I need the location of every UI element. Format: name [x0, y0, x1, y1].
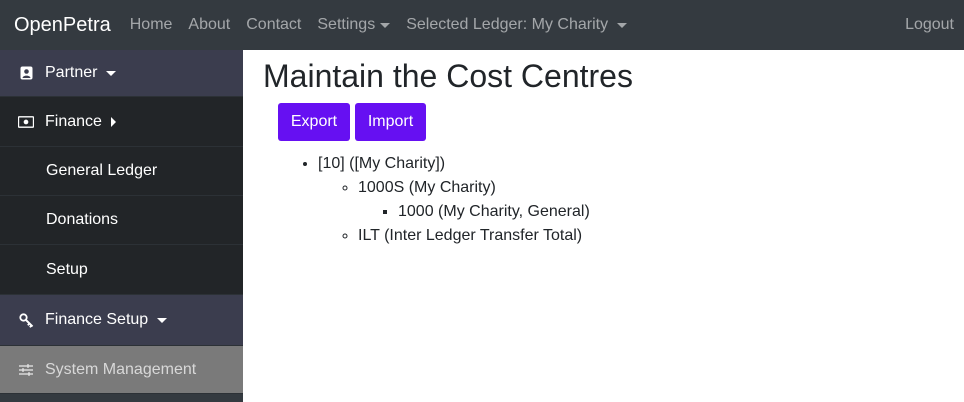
- sidebar-item-system-management[interactable]: System Management: [0, 346, 243, 394]
- address-card-icon: [18, 65, 34, 81]
- main-content: Maintain the Cost Centres Export Import …: [243, 50, 964, 402]
- sidebar-item-label: Finance Setup: [45, 311, 149, 328]
- money-bill-icon: [18, 114, 34, 130]
- top-navbar: OpenPetra Home About Contact Settings Se…: [0, 0, 964, 50]
- sidebar-item-label: Finance: [45, 112, 102, 130]
- sidebar-item-label: Setup: [46, 260, 88, 278]
- import-button[interactable]: Import: [355, 103, 426, 141]
- brand-logo[interactable]: OpenPetra: [14, 14, 111, 37]
- nav-ledger-dropdown[interactable]: Selected Ledger: My Charity: [398, 16, 635, 34]
- chevron-down-icon: [157, 317, 168, 323]
- sidebar: Partner Finance General Ledger Donations…: [0, 50, 243, 402]
- sidebar-item-general-ledger[interactable]: General Ledger: [0, 147, 243, 196]
- nav-ledger-label: Selected Ledger: My Charity: [406, 16, 609, 33]
- nav-home[interactable]: Home: [122, 16, 181, 34]
- tree-node-label: ILT (Inter Ledger Transfer Total): [358, 227, 583, 244]
- tree-node-1000s[interactable]: 1000S (My Charity) 1000 (My Charity, Gen…: [358, 176, 590, 224]
- sidebar-item-label: Partner: [45, 64, 98, 81]
- chevron-right-icon: [110, 116, 116, 127]
- sidebar-item-label: General Ledger: [46, 162, 158, 179]
- tree-node-label: 1000 (My Charity, General): [398, 203, 590, 220]
- sidebar-item-donations[interactable]: Donations: [0, 196, 243, 245]
- sidebar-item-partner[interactable]: Partner: [0, 50, 243, 97]
- tree-node-label: 1000S (My Charity): [358, 179, 496, 196]
- cost-centre-tree: [10] ([My Charity]) 1000S (My Charity) 1…: [318, 152, 590, 248]
- chevron-down-icon: [617, 22, 628, 28]
- nav-contact-label: Contact: [246, 16, 302, 33]
- nav-contact[interactable]: Contact: [238, 16, 309, 34]
- export-button[interactable]: Export: [278, 103, 350, 141]
- key-icon: [18, 312, 34, 328]
- sidebar-item-label: System Management: [45, 360, 197, 378]
- nav-settings-label: Settings: [317, 16, 376, 33]
- sidebar-item-setup[interactable]: Setup: [0, 245, 243, 295]
- sidebar-item-finance-setup[interactable]: Finance Setup: [0, 295, 243, 346]
- page-title: Maintain the Cost Centres: [263, 58, 633, 94]
- logout-link[interactable]: Logout: [905, 16, 954, 34]
- tree-node-1000[interactable]: 1000 (My Charity, General): [398, 200, 590, 224]
- nav-settings-dropdown[interactable]: Settings: [309, 16, 398, 34]
- nav-about[interactable]: About: [180, 16, 238, 34]
- nav-home-label: Home: [129, 16, 173, 33]
- chevron-down-icon: [380, 22, 391, 28]
- sidebar-item-label: Donations: [46, 211, 119, 228]
- sidebar-item-finance[interactable]: Finance: [0, 97, 243, 147]
- tree-node-ilt[interactable]: ILT (Inter Ledger Transfer Total): [358, 224, 590, 248]
- tree-node-root[interactable]: [10] ([My Charity]) 1000S (My Charity) 1…: [318, 152, 590, 248]
- sliders-icon: [18, 362, 34, 378]
- nav-about-label: About: [188, 16, 231, 33]
- tree-node-label: [10] ([My Charity]): [318, 155, 446, 172]
- chevron-down-icon: [106, 70, 117, 76]
